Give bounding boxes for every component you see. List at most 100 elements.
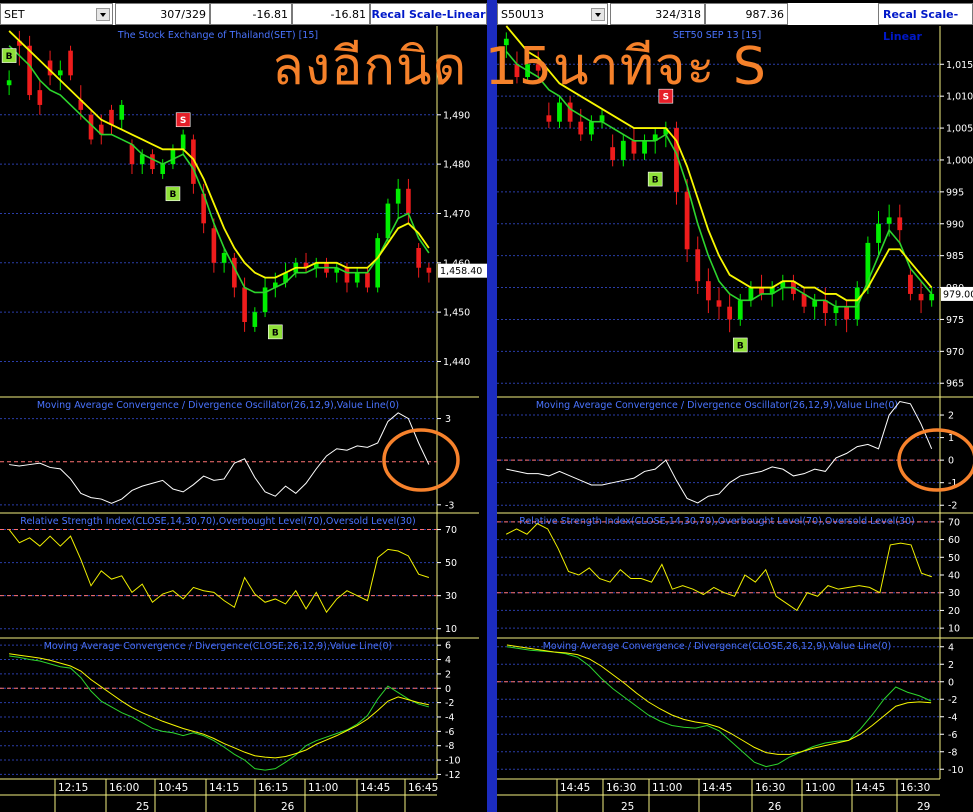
rsi-series-line <box>505 523 932 612</box>
y-tick-label: 975 <box>946 315 964 326</box>
y-tick-label: 1,005 <box>946 124 973 135</box>
candle-up <box>252 312 258 327</box>
candle-down <box>578 121 584 135</box>
x-time-label: 14:15 <box>209 782 239 794</box>
y-tick-label: 10 <box>445 624 457 635</box>
x-time-label: 14:45 <box>560 782 590 794</box>
y-tick-label: 70 <box>948 517 960 528</box>
chart-panel-set: SET 307/329 -16.81 -16.81 Recal Scale-Li… <box>0 0 487 812</box>
x-time-label: 11:00 <box>308 782 338 794</box>
candle-down <box>631 140 637 154</box>
annotation-caption: ลงอีกนิด 15นาทีจะ S <box>272 37 767 97</box>
x-time-label: 12:15 <box>58 782 88 794</box>
candle-down <box>129 144 135 165</box>
buy-signal-label: B <box>169 190 176 200</box>
candle-down <box>727 306 733 320</box>
x-day-label: 26 <box>281 801 295 812</box>
candle-down <box>365 272 370 288</box>
candle-up <box>737 300 743 320</box>
candle-down <box>695 249 701 282</box>
y-tick-label: 1,440 <box>443 357 470 368</box>
x-time-label: 16:00 <box>109 782 139 794</box>
y-tick-label: -10 <box>445 756 461 767</box>
y-tick-label: -3 <box>445 500 454 511</box>
candle-down <box>610 147 616 160</box>
chart-panel-s50u13: S50U13 324/318 987.36 Recal Scale-Linear… <box>497 0 973 812</box>
candle-down <box>109 109 114 125</box>
y-tick-label: 990 <box>946 219 964 230</box>
candle-up <box>833 306 839 314</box>
y-tick-label: 2 <box>948 660 954 671</box>
candle-down <box>844 306 850 320</box>
y-tick-label: -6 <box>445 727 454 738</box>
y-tick-label: 30 <box>445 591 457 602</box>
y-tick-label: 1,480 <box>443 160 470 171</box>
candle-down <box>242 287 247 322</box>
chart-canvas[interactable]: 1,4401,4501,4601,4701,4801,490The Stock … <box>0 0 487 812</box>
candle-up <box>588 121 594 135</box>
highlight-circle <box>382 428 460 492</box>
y-tick-label: 2 <box>445 669 451 680</box>
candle-down <box>344 267 350 283</box>
rsi-series-line <box>8 529 430 614</box>
candle-down <box>918 293 924 301</box>
candle-up <box>385 203 391 239</box>
y-tick-label: -8 <box>445 741 454 752</box>
y-tick-label: 985 <box>946 251 964 262</box>
y-tick-label: 20 <box>948 606 960 617</box>
x-time-label: 16:45 <box>408 782 438 794</box>
x-time-label: 11:00 <box>805 782 835 794</box>
candle-down <box>211 228 217 263</box>
x-time-label: 14:45 <box>360 782 390 794</box>
y-tick-label: 3 <box>445 414 451 425</box>
y-tick-label: -4 <box>948 712 957 723</box>
buy-signal-label: B <box>272 328 279 338</box>
y-tick-label: -10 <box>948 765 964 776</box>
chart-canvas[interactable]: 9659709759809859909951,0001,0051,0101,01… <box>497 0 973 812</box>
candle-up <box>395 188 401 204</box>
candle-down <box>232 257 237 288</box>
y-tick-label: 1,490 <box>443 110 470 121</box>
y-tick-label: 6 <box>445 641 451 652</box>
macd-osc-series-line <box>9 412 430 504</box>
candle-up <box>886 217 892 224</box>
candle-up <box>58 70 63 76</box>
candle-up <box>620 140 626 160</box>
x-time-label: 16:30 <box>755 782 785 794</box>
y-tick-label: 0 <box>445 684 451 695</box>
y-tick-label: 50 <box>948 553 960 564</box>
candle-up <box>119 104 125 120</box>
y-tick-label: -2 <box>948 501 957 512</box>
candle-up <box>160 164 165 174</box>
y-tick-label: 0 <box>948 677 954 688</box>
y-tick-label: 30 <box>948 588 960 599</box>
last-price-label: 1,458.40 <box>440 266 482 277</box>
candle-down <box>684 191 690 250</box>
candle-down <box>416 248 421 268</box>
y-tick-label: 4 <box>445 655 451 666</box>
y-tick-label: -6 <box>948 730 957 741</box>
panel-divider[interactable] <box>487 0 497 812</box>
candle-up <box>170 149 176 165</box>
y-tick-label: 4 <box>948 642 954 653</box>
candle-up <box>812 300 818 307</box>
x-time-label: 11:00 <box>652 782 682 794</box>
y-tick-label: 40 <box>948 571 960 582</box>
y-tick-label: 995 <box>946 187 964 198</box>
candle-up <box>6 80 12 86</box>
y-tick-label: 1,450 <box>443 308 470 319</box>
pane-title-macd-osc: Moving Average Convergence / Divergence … <box>536 400 898 411</box>
y-tick-label: 0 <box>948 456 954 467</box>
buy-signal-label: B <box>652 176 659 186</box>
candle-up <box>642 140 647 154</box>
x-time-label: 16:30 <box>900 782 930 794</box>
buy-signal-label: B <box>6 52 13 62</box>
candle-down <box>716 300 722 307</box>
sell-signal-label: S <box>180 116 186 126</box>
y-tick-label: 965 <box>946 379 964 390</box>
x-day-label: 25 <box>136 801 149 812</box>
y-tick-label: 1,015 <box>946 60 973 71</box>
y-tick-label: 50 <box>445 558 457 569</box>
candle-up <box>375 238 380 288</box>
x-time-label: 14:45 <box>702 782 732 794</box>
